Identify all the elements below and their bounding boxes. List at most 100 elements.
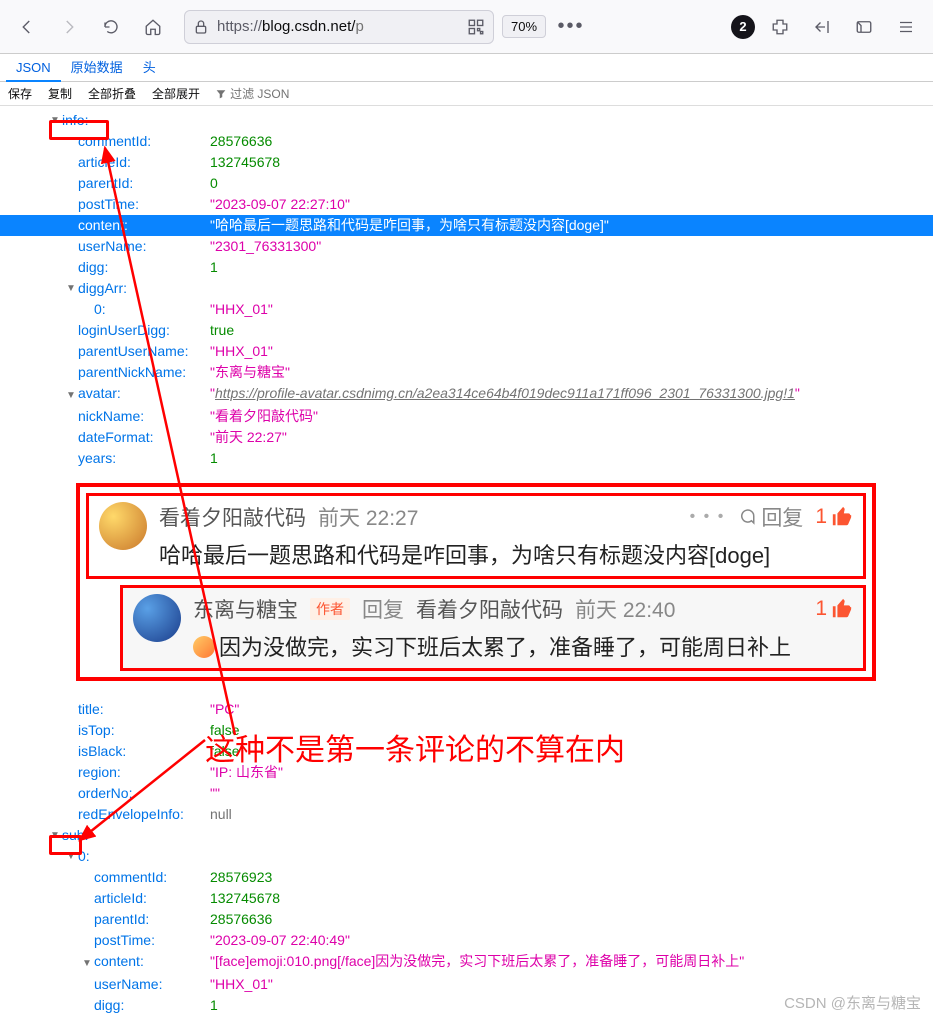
- json-val: "前天 22:27": [210, 427, 287, 448]
- author-badge: 作者: [310, 598, 350, 620]
- json-key[interactable]: commentId: [94, 869, 163, 885]
- tab-headers[interactable]: 头: [133, 54, 166, 82]
- json-val: 28576636: [210, 909, 272, 930]
- json-val: "东离与糖宝": [210, 362, 290, 383]
- reply-to-nick[interactable]: 看着夕阳敲代码: [416, 594, 563, 624]
- forward-button[interactable]: [52, 10, 86, 44]
- twisty-icon[interactable]: ▼: [64, 278, 78, 299]
- json-val: "PC": [210, 699, 239, 720]
- copy-action[interactable]: 复制: [40, 85, 80, 102]
- comment-time: 前天 22:40: [575, 594, 675, 624]
- watermark: CSDN @东离与糖宝: [784, 992, 921, 1013]
- json-key[interactable]: parentId: [78, 175, 129, 191]
- json-key[interactable]: articleId: [78, 154, 127, 170]
- comment-text: 哈哈最后一题思路和代码是咋回事，为啥只有标题没内容[doge]: [159, 538, 853, 570]
- json-key[interactable]: userName: [94, 976, 159, 992]
- json-val: false: [210, 720, 240, 741]
- json-key[interactable]: digg: [78, 259, 104, 275]
- zoom-indicator[interactable]: 70%: [502, 15, 546, 38]
- json-val: "[face]emoji:010.png[/face]因为没做完，实习下班后太累…: [210, 951, 744, 972]
- comment-preview-panel: 看着夕阳敲代码 前天 22:27 • • • 回复 1 哈哈最后一题思路和代码是…: [76, 483, 876, 681]
- extensions-button[interactable]: [763, 10, 797, 44]
- like-count[interactable]: 1: [815, 505, 853, 529]
- viewer-tabs: JSON 原始数据 头: [0, 54, 933, 82]
- json-key[interactable]: articleId: [94, 890, 143, 906]
- avatar: [133, 594, 181, 642]
- filter-placeholder: 过滤 JSON: [230, 85, 289, 102]
- browser-toolbar: https://blog.csdn.net/p 70% ••• 2: [0, 0, 933, 54]
- json-key[interactable]: loginUserDigg: [78, 322, 166, 338]
- tab-json[interactable]: JSON: [6, 54, 61, 82]
- json-key[interactable]: years: [78, 450, 112, 466]
- qr-icon[interactable]: [467, 18, 485, 36]
- json-key[interactable]: avatar: [78, 385, 117, 401]
- url-text: https://blog.csdn.net/p: [217, 18, 364, 35]
- account-button[interactable]: [805, 10, 839, 44]
- json-key[interactable]: 0: [78, 846, 86, 867]
- json-key[interactable]: isTop: [78, 722, 111, 738]
- page-actions-button[interactable]: •••: [554, 10, 588, 44]
- collapse-all-action[interactable]: 全部折叠: [80, 85, 144, 102]
- json-key[interactable]: content: [78, 217, 124, 233]
- twisty-icon[interactable]: ▼: [48, 110, 62, 131]
- json-key[interactable]: region: [78, 764, 117, 780]
- json-val: 132745678: [210, 152, 280, 173]
- avatar: [99, 502, 147, 550]
- twisty-icon[interactable]: ▼: [80, 953, 94, 974]
- json-key[interactable]: parentId: [94, 911, 145, 927]
- json-val: "": [210, 783, 220, 804]
- twisty-icon[interactable]: ▼: [64, 385, 78, 406]
- json-val: false: [210, 741, 240, 762]
- json-key[interactable]: isBlack: [78, 743, 122, 759]
- json-val: 28576636: [210, 131, 272, 152]
- json-val: "HHX_01": [210, 974, 273, 995]
- json-key[interactable]: postTime: [94, 932, 151, 948]
- json-key[interactable]: digg: [94, 997, 120, 1013]
- json-val: 1: [210, 257, 218, 278]
- json-val: "哈哈最后一题思路和代码是咋回事，为啥只有标题没内容[doge]": [210, 215, 609, 236]
- menu-button[interactable]: [889, 10, 923, 44]
- json-key[interactable]: content: [94, 953, 140, 969]
- json-key[interactable]: redEnvelopeInfo: [78, 806, 180, 822]
- twisty-icon[interactable]: ▼: [48, 825, 62, 846]
- json-val: "2023-09-07 22:27:10": [210, 194, 350, 215]
- key-sub[interactable]: sub: [62, 825, 85, 846]
- comment-nick[interactable]: 东离与糖宝: [193, 594, 298, 624]
- json-key[interactable]: userName: [78, 238, 143, 254]
- tab-raw[interactable]: 原始数据: [61, 54, 133, 82]
- json-key[interactable]: commentId: [78, 133, 147, 149]
- like-count[interactable]: 1: [815, 597, 853, 621]
- json-key[interactable]: parentUserName: [78, 343, 185, 359]
- json-key[interactable]: nickName: [78, 408, 140, 424]
- address-bar[interactable]: https://blog.csdn.net/p: [184, 10, 494, 44]
- json-key[interactable]: 0: [94, 301, 102, 317]
- lock-icon: [193, 19, 209, 35]
- json-key[interactable]: title: [78, 701, 100, 717]
- comment-time: 前天 22:27: [318, 502, 418, 532]
- notification-badge[interactable]: 2: [731, 15, 755, 39]
- json-key[interactable]: parentNickName: [78, 364, 182, 380]
- json-val: true: [210, 320, 234, 341]
- more-icon[interactable]: • • •: [690, 508, 726, 526]
- twisty-icon[interactable]: ▼: [64, 846, 78, 867]
- json-key[interactable]: postTime: [78, 196, 135, 212]
- home-button[interactable]: [136, 10, 170, 44]
- save-action[interactable]: 保存: [0, 85, 40, 102]
- key-info[interactable]: info: [62, 110, 85, 131]
- reply-to-label: 回复: [362, 594, 404, 624]
- json-val: "看着夕阳敲代码": [210, 406, 318, 427]
- json-key[interactable]: diggArr: [78, 278, 123, 299]
- json-val: null: [210, 804, 232, 825]
- sidebar-button[interactable]: [847, 10, 881, 44]
- filter-input[interactable]: 过滤 JSON: [208, 85, 297, 102]
- json-val: 28576923: [210, 867, 272, 888]
- comment-nick[interactable]: 看着夕阳敲代码: [159, 502, 306, 532]
- expand-all-action[interactable]: 全部展开: [144, 85, 208, 102]
- reply-button[interactable]: 回复: [737, 502, 803, 532]
- json-val: "IP: 山东省": [210, 762, 283, 783]
- json-key[interactable]: orderNo: [78, 785, 129, 801]
- json-key[interactable]: dateFormat: [78, 429, 150, 445]
- back-button[interactable]: [10, 10, 44, 44]
- json-val: "2301_76331300": [210, 236, 321, 257]
- reload-button[interactable]: [94, 10, 128, 44]
